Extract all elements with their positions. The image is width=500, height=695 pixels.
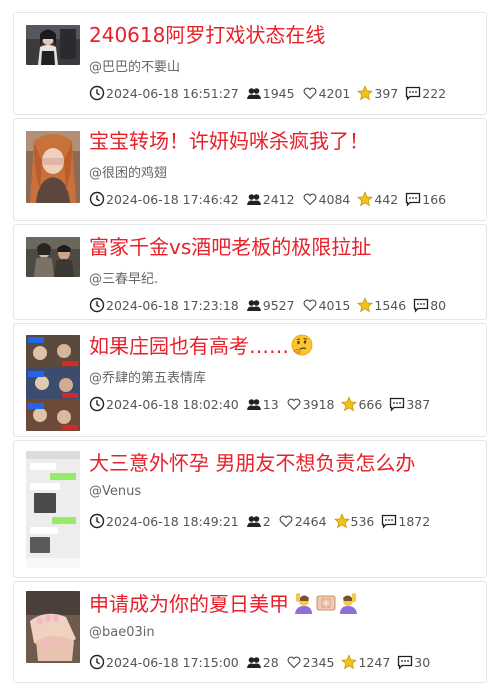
comment-count: 387: [406, 396, 431, 412]
people-icon: [246, 88, 261, 99]
comment-icon[interactable]: [389, 396, 405, 412]
people-icon: [246, 516, 261, 527]
post-thumbnail[interactable]: [26, 335, 80, 431]
post-title[interactable]: 申请成为你的夏日美甲: [89, 590, 478, 618]
like-count: 4201: [318, 85, 351, 101]
favorite-count: 1546: [374, 297, 407, 313]
comment-icon[interactable]: [405, 85, 421, 101]
viewer-count: 2: [262, 513, 271, 529]
people-icon: [246, 657, 261, 668]
star-icon[interactable]: [357, 191, 374, 207]
post-list: 240618阿罗打戏状态在线 @巴巴的不要山 2024-06-18 16:51:…: [0, 0, 500, 695]
viewer-count: 9527: [262, 297, 295, 313]
favorite-count: 397: [374, 85, 399, 101]
post-title[interactable]: 大三意外怀孕 男朋友不想负责怎么办: [89, 449, 478, 477]
heart-icon[interactable]: [286, 654, 302, 670]
post-card[interactable]: 大三意外怀孕 男朋友不想负责怎么办 @Venus 2024-06-18 18:4…: [13, 440, 487, 578]
star-icon[interactable]: [341, 654, 358, 670]
post-card[interactable]: 富家千金vs酒吧老板的极限拉扯 @三春早纪. 2024-06-18 17:23:…: [13, 224, 487, 320]
post-time: 2024-06-18 18:49:21: [106, 513, 239, 529]
post-time: 2024-06-18 17:23:18: [106, 297, 239, 313]
viewer-count: 13: [262, 396, 279, 412]
like-count: 4084: [318, 191, 351, 207]
post-thumbnail[interactable]: [26, 25, 80, 65]
post-author[interactable]: @Venus: [89, 484, 141, 499]
post-time: 2024-06-18 17:15:00: [106, 654, 239, 670]
like-count: 2464: [294, 513, 327, 529]
favorite-count: 536: [350, 513, 375, 529]
post-author[interactable]: @乔肆的第五表情库: [89, 367, 206, 386]
favorite-count: 442: [374, 191, 399, 207]
clock-icon: [89, 513, 105, 529]
comment-icon[interactable]: [413, 297, 429, 313]
viewer-count: 28: [262, 654, 279, 670]
star-icon[interactable]: [357, 85, 374, 101]
post-title[interactable]: 如果庄园也有高考……: [89, 332, 478, 360]
post-meta: 2024-06-18 18:49:21 2 2464 536 1872: [89, 513, 437, 529]
people-icon: [246, 300, 261, 311]
post-meta: 2024-06-18 17:23:18 9527 4015 1546 80: [89, 297, 453, 313]
comment-icon[interactable]: [381, 513, 397, 529]
clock-icon: [89, 191, 105, 207]
heart-icon[interactable]: [278, 513, 294, 529]
like-count: 2345: [302, 654, 335, 670]
raising-hand-emoji: [340, 593, 357, 614]
comment-icon[interactable]: [397, 654, 413, 670]
people-icon: [246, 399, 261, 410]
post-time: 2024-06-18 16:51:27: [106, 85, 239, 101]
post-meta: 2024-06-18 18:02:40 13 3918 666 387: [89, 396, 437, 412]
bandage-emoji: [316, 595, 336, 611]
post-thumbnail[interactable]: [26, 451, 80, 568]
clock-icon: [89, 85, 105, 101]
post-meta: 2024-06-18 16:51:27 1945 4201 397 222: [89, 85, 453, 101]
post-card[interactable]: 申请成为你的夏日美甲 @bae03in 2024-06-18 17:15:00 …: [13, 581, 487, 683]
clock-icon: [89, 297, 105, 313]
heart-icon[interactable]: [286, 396, 302, 412]
star-icon[interactable]: [333, 513, 350, 529]
favorite-count: 1247: [358, 654, 391, 670]
post-thumbnail[interactable]: [26, 237, 80, 277]
post-card[interactable]: 宝宝转场！许妍妈咪杀疯我了！ @很困的鸡翅 2024-06-18 17:46:4…: [13, 118, 487, 221]
post-meta: 2024-06-18 17:46:42 2412 4084 442 166: [89, 191, 453, 207]
clock-icon: [89, 396, 105, 412]
post-title[interactable]: 宝宝转场！许妍妈咪杀疯我了！: [89, 127, 478, 155]
people-icon: [246, 194, 261, 205]
post-meta: 2024-06-18 17:15:00 28 2345 1247 30: [89, 654, 437, 670]
post-author[interactable]: @三春早纪.: [89, 268, 158, 287]
post-thumbnail[interactable]: [26, 131, 80, 203]
like-count: 4015: [318, 297, 351, 313]
like-count: 3918: [302, 396, 335, 412]
comment-count: 30: [414, 654, 431, 670]
post-author[interactable]: @很困的鸡翅: [89, 162, 167, 181]
post-author[interactable]: @bae03in: [89, 625, 155, 640]
comment-count: 222: [422, 85, 447, 101]
post-title[interactable]: 富家千金vs酒吧老板的极限拉扯: [89, 233, 478, 261]
favorite-count: 666: [358, 396, 383, 412]
post-thumbnail[interactable]: [26, 591, 80, 663]
comment-count: 166: [422, 191, 447, 207]
heart-icon[interactable]: [302, 191, 318, 207]
thinking-face-emoji: [291, 334, 313, 356]
comment-count: 80: [430, 297, 447, 313]
post-card[interactable]: 240618阿罗打戏状态在线 @巴巴的不要山 2024-06-18 16:51:…: [13, 12, 487, 115]
comment-icon[interactable]: [405, 191, 421, 207]
post-author[interactable]: @巴巴的不要山: [89, 56, 180, 75]
post-time: 2024-06-18 18:02:40: [106, 396, 239, 412]
star-icon[interactable]: [341, 396, 358, 412]
post-time: 2024-06-18 17:46:42: [106, 191, 239, 207]
post-title[interactable]: 240618阿罗打戏状态在线: [89, 21, 478, 49]
star-icon[interactable]: [357, 297, 374, 313]
viewer-count: 2412: [262, 191, 295, 207]
comment-count: 1872: [398, 513, 431, 529]
heart-icon[interactable]: [302, 297, 318, 313]
heart-icon[interactable]: [302, 85, 318, 101]
viewer-count: 1945: [262, 85, 295, 101]
post-card[interactable]: 如果庄园也有高考…… @乔肆的第五表情库 2024-06-18 18:02:40…: [13, 323, 487, 437]
raising-hand-emoji: [295, 593, 312, 614]
clock-icon: [89, 654, 105, 670]
